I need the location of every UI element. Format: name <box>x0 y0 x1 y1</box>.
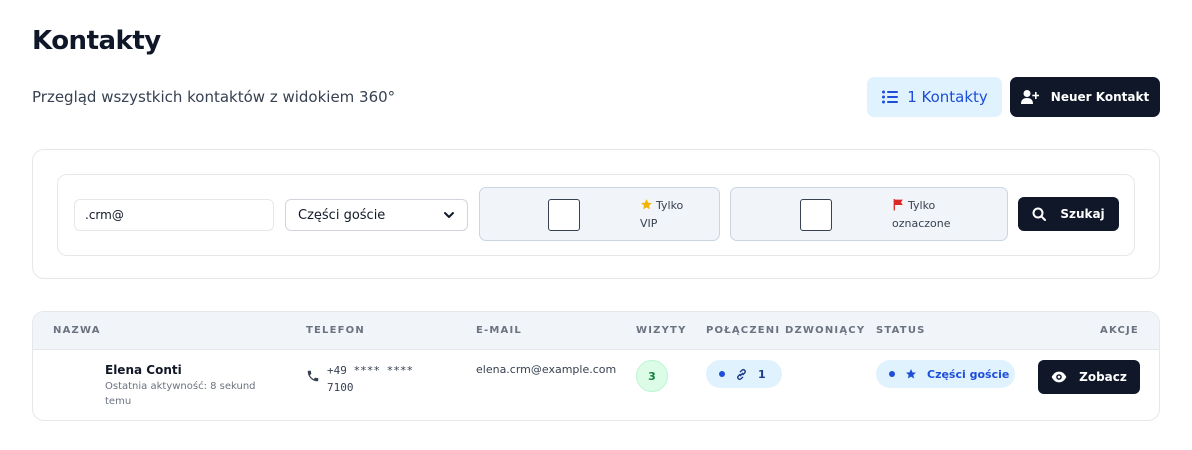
view-contact-button[interactable]: Zobacz <box>1038 360 1140 394</box>
star-icon <box>641 199 652 210</box>
column-header-name[interactable]: NAZWA <box>53 325 101 336</box>
callers-pill[interactable]: 1 <box>706 360 782 388</box>
flag-icon <box>893 199 903 211</box>
new-contact-label: Neuer Kontakt <box>1050 90 1150 104</box>
email-address[interactable]: elena.crm@example.com <box>476 363 616 376</box>
status-label: Części goście <box>927 367 1010 381</box>
dot-icon <box>889 371 895 377</box>
contacts-table: NAZWA TELEFON E-MAIL WIZYTY POŁĄCZENI DZ… <box>32 311 1160 421</box>
status-select-value: Części goście <box>298 207 386 223</box>
contact-count-chip[interactable]: 1 Kontakty <box>867 77 1002 117</box>
flagged-only-toggle[interactable]: Tylko oznaczone <box>730 187 1008 241</box>
flagged-only-label: Tylko oznaczone <box>892 199 951 230</box>
search-input[interactable] <box>74 199 274 231</box>
contact-name[interactable]: Elena Conti <box>105 363 182 377</box>
column-header-email[interactable]: E-MAIL <box>476 325 522 336</box>
vip-only-label: Tylko VIP <box>640 199 684 230</box>
page-title: Kontakty <box>32 26 161 56</box>
column-header-callers[interactable]: POŁĄCZENI DZWONIĄCY <box>706 325 865 336</box>
new-contact-button[interactable]: Neuer Kontakt <box>1010 77 1160 117</box>
visits-badge: 3 <box>636 360 668 392</box>
link-icon <box>737 368 746 380</box>
chevron-down-icon <box>444 212 454 218</box>
phone-cell: +49 **** **** 7100 <box>306 362 427 396</box>
column-header-actions: AKCJE <box>1100 325 1139 336</box>
page-subtitle: Przegląd wszystkich kontaktów z widokiem… <box>32 88 396 106</box>
phone-icon <box>307 370 319 382</box>
search-button[interactable]: Szukaj <box>1018 197 1119 231</box>
vip-only-checkbox[interactable] <box>548 199 580 231</box>
table-header: NAZWA TELEFON E-MAIL WIZYTY POŁĄCZENI DZ… <box>33 312 1159 350</box>
status-select[interactable]: Części goście <box>285 199 468 231</box>
dot-icon <box>719 371 725 377</box>
user-plus-icon <box>1020 90 1039 104</box>
callers-count: 1 <box>758 367 766 381</box>
last-activity: Ostatnia aktywność: 8 sekund temu <box>105 381 256 407</box>
list-icon <box>882 90 899 104</box>
view-contact-label: Zobacz <box>1079 370 1127 384</box>
column-header-status[interactable]: STATUS <box>876 325 926 336</box>
column-header-visits[interactable]: WIZYTY <box>636 325 687 336</box>
flagged-only-checkbox[interactable] <box>800 199 832 231</box>
vip-only-toggle[interactable]: Tylko VIP <box>479 187 720 241</box>
filter-panel: Części goście Tylko VIP Tylko oznaczo <box>32 149 1160 279</box>
contact-count-label: 1 Kontakty <box>907 88 988 106</box>
filter-form: Części goście Tylko VIP Tylko oznaczo <box>57 174 1135 256</box>
search-icon <box>1032 207 1047 221</box>
column-header-phone[interactable]: TELEFON <box>306 325 365 336</box>
search-button-label: Szukaj <box>1060 207 1105 221</box>
status-badge: Części goście <box>876 360 1015 388</box>
eye-icon <box>1051 371 1067 383</box>
phone-number: +49 **** **** 7100 <box>327 364 414 394</box>
star-icon <box>906 369 916 379</box>
